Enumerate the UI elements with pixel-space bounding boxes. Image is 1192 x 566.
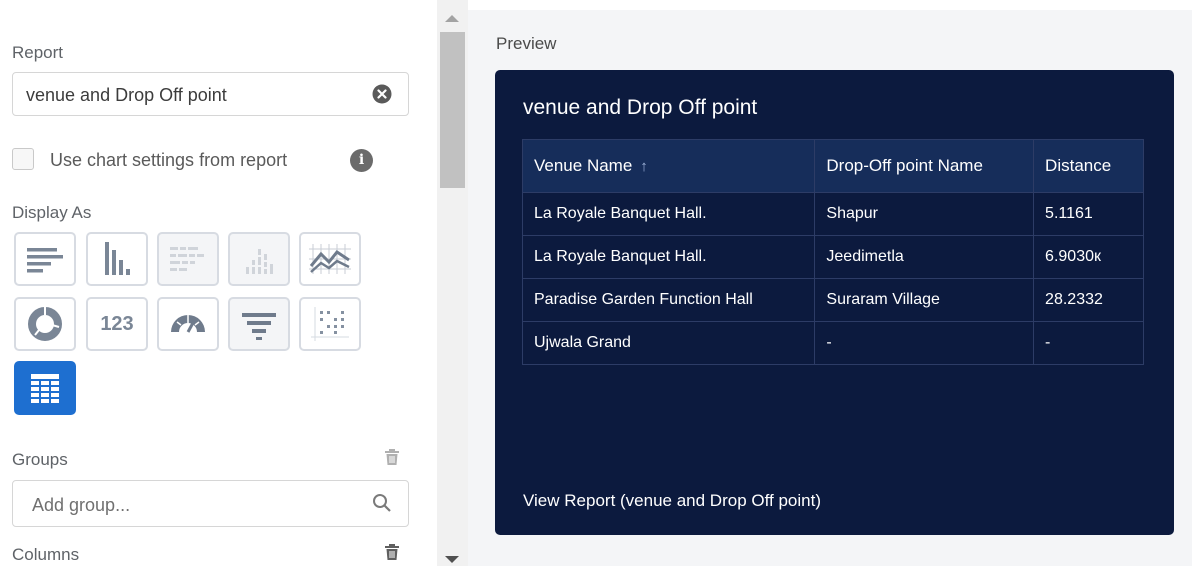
gauge-icon	[171, 315, 205, 333]
settings-panel: Report venue and Drop Off point Use char…	[0, 0, 437, 566]
info-icon[interactable]: i	[350, 149, 373, 172]
cell-venue-name: La Royale Banquet Hall.	[521, 235, 816, 279]
metric-icon: 123	[100, 313, 134, 335]
scrollbar-thumb[interactable]	[440, 32, 465, 188]
table-row: Paradise Garden Function Hall Suraram Vi…	[521, 278, 1144, 322]
bar-horizontal-icon	[27, 248, 63, 273]
display-bar-vertical-button[interactable]	[86, 232, 148, 286]
display-table-button[interactable]	[14, 361, 76, 415]
stacked-bar-vertical-icon	[246, 249, 273, 274]
display-metric-button[interactable]: 123	[86, 297, 148, 351]
preview-card: venue and Drop Off point Venue Name ↑ Dro…	[495, 70, 1174, 535]
cell-distance: -	[1033, 321, 1144, 365]
table-row: Ujwala Grand - -	[521, 321, 1144, 365]
cell-venue-name: Paradise Garden Function Hall	[521, 278, 816, 322]
stacked-bar-horizontal-icon	[170, 247, 204, 271]
display-gauge-button[interactable]	[157, 297, 219, 351]
cell-drop-off-point: Shapur	[814, 192, 1035, 236]
clear-icon[interactable]	[372, 84, 392, 104]
preview-label: Preview	[496, 34, 557, 53]
display-funnel-button[interactable]	[228, 297, 290, 351]
column-header-distance[interactable]: Distance	[1033, 139, 1144, 193]
column-header-drop-off-point[interactable]: Drop-Off point Name	[814, 139, 1035, 193]
vertical-scrollbar[interactable]	[437, 0, 468, 566]
preview-panel: Preview venue and Drop Off point Venue N…	[468, 10, 1192, 566]
display-as-label: Display As	[12, 203, 92, 222]
cell-drop-off-point: Jeedimetla	[814, 235, 1035, 279]
sort-ascending-icon[interactable]: ↑	[640, 158, 648, 175]
display-bar-horizontal-button[interactable]	[14, 232, 76, 286]
report-select-value: venue and Drop Off point	[26, 85, 227, 105]
groups-label: Groups	[12, 450, 68, 469]
table-header-row: Venue Name ↑ Drop-Off point Name Distance	[521, 139, 1144, 193]
funnel-icon	[242, 313, 276, 340]
table-icon	[31, 374, 59, 403]
donut-icon	[28, 307, 62, 341]
display-scatter-button[interactable]	[299, 297, 361, 351]
cell-distance: 6.9030к	[1033, 235, 1144, 279]
report-select[interactable]: venue and Drop Off point	[12, 72, 409, 116]
chart-settings-checkbox[interactable]	[12, 148, 34, 170]
table-row: La Royale Banquet Hall. Shapur 5.1161	[521, 192, 1144, 236]
display-line-button[interactable]	[299, 232, 361, 286]
trash-icon[interactable]	[383, 448, 401, 466]
report-table: Venue Name ↑ Drop-Off point Name Distance…	[521, 139, 1144, 365]
scatter-icon	[311, 307, 349, 341]
cell-distance: 28.2332	[1033, 278, 1144, 322]
cell-venue-name: Ujwala Grand	[521, 321, 816, 365]
trash-icon[interactable]	[383, 543, 401, 561]
cell-distance: 5.1161	[1033, 192, 1144, 236]
cell-drop-off-point: -	[814, 321, 1035, 365]
cell-venue-name: La Royale Banquet Hall.	[521, 192, 816, 236]
preview-title: venue and Drop Off point	[523, 96, 758, 119]
column-header-venue-name[interactable]: Venue Name ↑	[521, 139, 816, 193]
columns-label: Columns	[12, 545, 80, 564]
display-stacked-horizontal-button[interactable]	[157, 232, 219, 286]
scroll-up-icon[interactable]	[445, 15, 459, 22]
scroll-down-icon[interactable]	[445, 556, 459, 563]
display-stacked-vertical-button[interactable]	[228, 232, 290, 286]
add-group-placeholder: Add group...	[32, 495, 131, 515]
chart-settings-option: Use chart settings from report i	[12, 147, 412, 173]
report-label: Report	[12, 43, 64, 62]
chart-settings-label: Use chart settings from report	[50, 150, 288, 170]
bar-vertical-icon	[105, 242, 130, 275]
search-icon	[373, 494, 391, 512]
cell-drop-off-point: Suraram Village	[814, 278, 1035, 322]
display-donut-button[interactable]	[14, 297, 76, 351]
view-report-link[interactable]: View Report (venue and Drop Off point)	[523, 491, 821, 511]
add-group-input[interactable]: Add group...	[12, 480, 409, 527]
table-row: La Royale Banquet Hall. Jeedimetla 6.903…	[521, 235, 1144, 279]
line-chart-icon	[309, 244, 351, 274]
